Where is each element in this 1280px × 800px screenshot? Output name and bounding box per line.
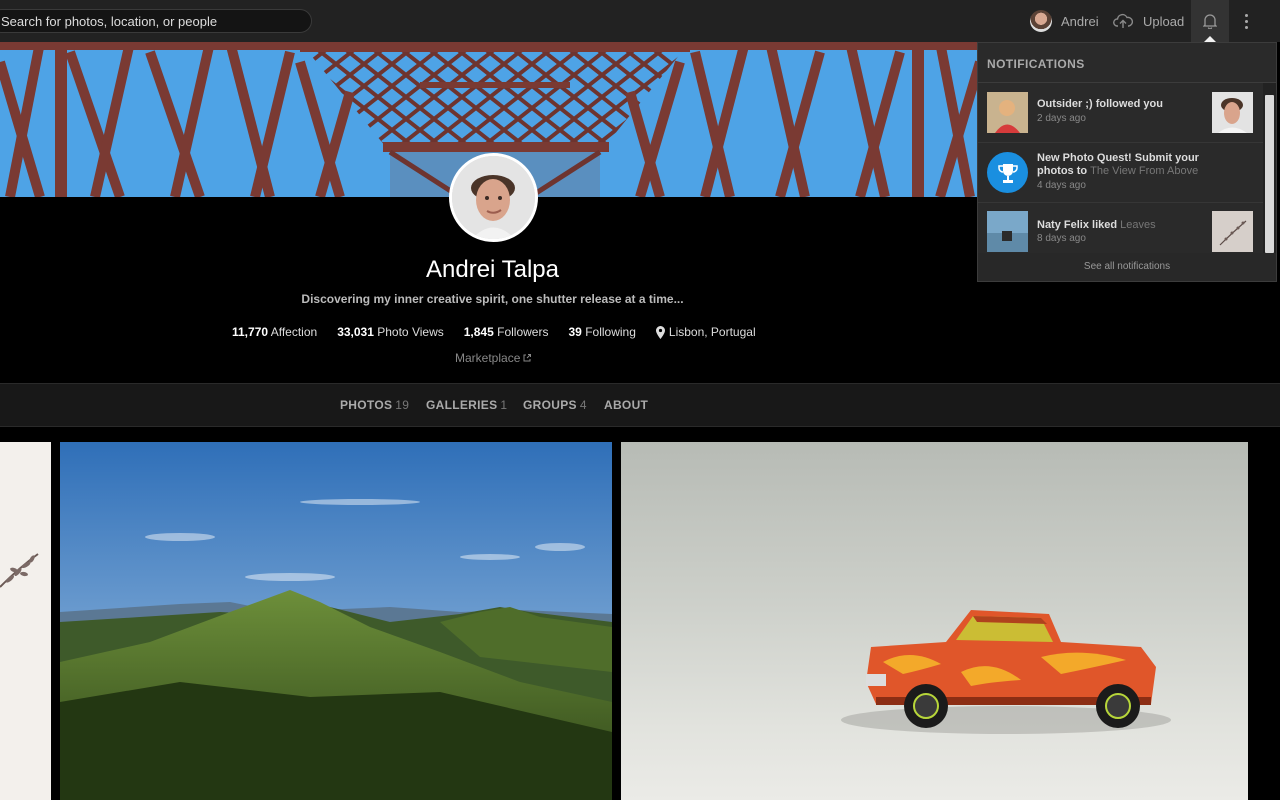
profile-name: Andrei Talpa bbox=[426, 256, 559, 283]
notification-text: New Photo Quest! Submit your photos to T… bbox=[1037, 152, 1199, 177]
stat-affection[interactable]: 11,770 Affection bbox=[232, 325, 317, 339]
profile-bio: Discovering my inner creative spirit, on… bbox=[301, 292, 684, 306]
notification-actor-avatar bbox=[987, 211, 1028, 252]
dropdown-caret bbox=[1204, 36, 1216, 42]
profile-tabs: PHOTOS 19 GALLERIES 1 GROUPS 4 ABOUT bbox=[0, 383, 1280, 427]
marketplace-link[interactable]: Marketplace bbox=[455, 351, 532, 365]
external-link-icon bbox=[523, 354, 532, 362]
profile-stats: 11,770 Affection 33,031 Photo Views 1,84… bbox=[232, 325, 756, 339]
notification-text: Outsider ;) followed you bbox=[1037, 98, 1163, 110]
more-vertical-icon[interactable] bbox=[1236, 10, 1256, 32]
tab-photos[interactable]: PHOTOS 19 bbox=[340, 398, 409, 412]
notification-actor-avatar bbox=[987, 92, 1028, 133]
see-all-notifications-link[interactable]: See all notifications bbox=[978, 253, 1276, 281]
location-pin-icon bbox=[655, 325, 665, 339]
top-bar: Andrei Upload bbox=[0, 0, 1280, 42]
upload-cloud-icon bbox=[1113, 13, 1133, 28]
notification-item[interactable]: Naty Felix liked Leaves 8 days ago bbox=[978, 203, 1263, 253]
stat-following[interactable]: 39 Following bbox=[568, 325, 635, 339]
trophy-icon bbox=[987, 152, 1028, 193]
notifications-title: NOTIFICATIONS bbox=[978, 43, 1276, 83]
photo-thumbnail-landscape[interactable] bbox=[60, 442, 612, 800]
notification-item[interactable]: Outsider ;) followed you 2 days ago bbox=[978, 83, 1263, 143]
notifications-panel: NOTIFICATIONS Outsider ;) followed you 2… bbox=[977, 42, 1277, 282]
notification-target-thumbnail bbox=[1212, 92, 1253, 133]
bell-icon bbox=[1203, 14, 1217, 29]
photo-thumbnail-plant[interactable] bbox=[0, 442, 51, 800]
search-input[interactable] bbox=[0, 9, 312, 33]
user-menu[interactable]: Andrei bbox=[1030, 10, 1099, 32]
stat-followers[interactable]: 1,845 Followers bbox=[464, 325, 549, 339]
tab-about[interactable]: ABOUT bbox=[604, 398, 648, 412]
notification-time: 8 days ago bbox=[1037, 233, 1086, 244]
notification-time: 4 days ago bbox=[1037, 180, 1086, 191]
notification-item[interactable]: New Photo Quest! Submit your photos to T… bbox=[978, 143, 1263, 203]
scrollbar-thumb[interactable] bbox=[1265, 95, 1274, 253]
stat-photo-views: 33,031 Photo Views bbox=[337, 325, 444, 339]
tab-galleries[interactable]: GALLERIES 1 bbox=[426, 398, 507, 412]
notification-time: 2 days ago bbox=[1037, 113, 1086, 124]
profile-avatar[interactable] bbox=[449, 153, 538, 242]
user-avatar bbox=[1030, 10, 1052, 32]
notifications-scrollbar[interactable] bbox=[1263, 83, 1276, 253]
photo-thumbnail-toy-truck[interactable] bbox=[621, 442, 1248, 800]
notification-text: Naty Felix liked Leaves bbox=[1037, 219, 1156, 231]
upload-label: Upload bbox=[1143, 13, 1185, 29]
tab-groups[interactable]: GROUPS 4 bbox=[523, 398, 587, 412]
profile-location: Lisbon, Portugal bbox=[655, 325, 756, 339]
upload-button[interactable]: Upload bbox=[1113, 10, 1184, 32]
notification-target-thumbnail bbox=[1212, 211, 1253, 252]
user-name: Andrei bbox=[1061, 13, 1099, 29]
